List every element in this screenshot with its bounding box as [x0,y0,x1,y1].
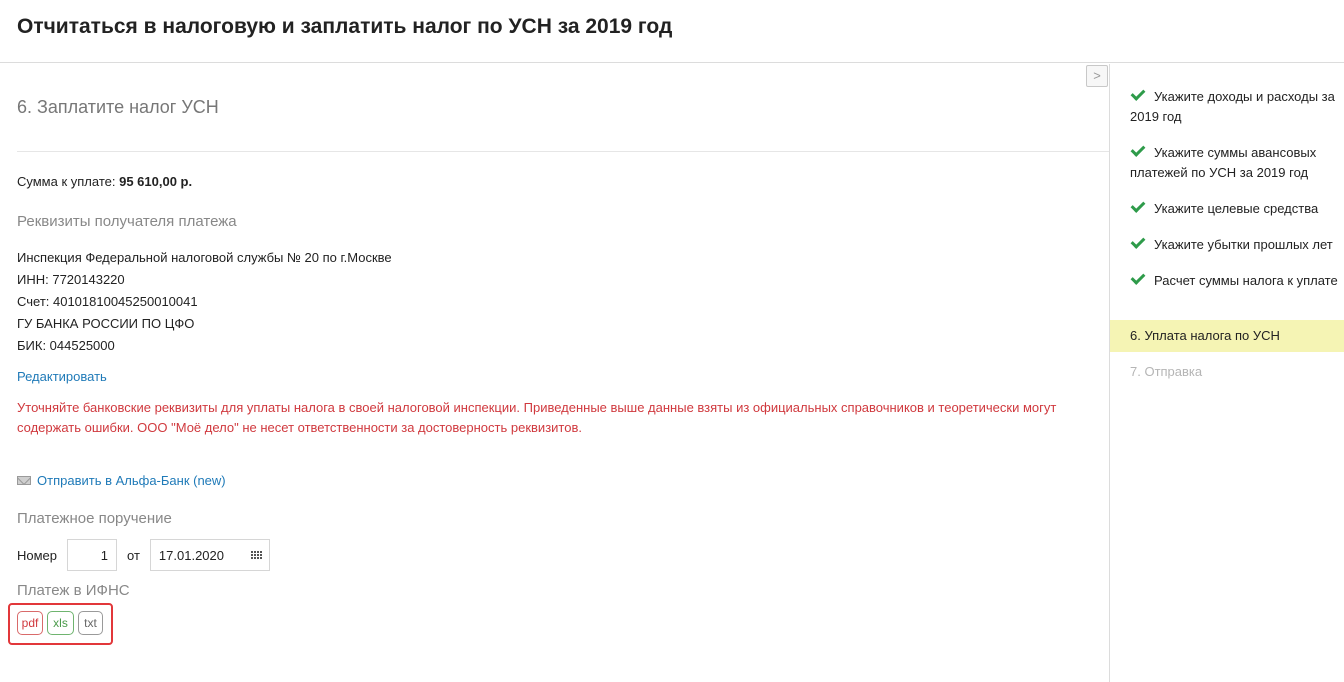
recipient-heading: Реквизиты получателя платежа [17,213,237,230]
sidebar-step-losses[interactable]: Укажите убытки прошлых лет [1110,234,1344,255]
download-pdf-button[interactable]: pdf [17,611,43,635]
payment-ifns-heading: Платеж в ИФНС [17,582,130,599]
sidebar-step-target-funds[interactable]: Укажите целевые средства [1110,198,1344,219]
sidebar-step-send: 7. Отправка [1110,362,1344,382]
send-to-bank-link[interactable]: Отправить в Альфа-Банк (new) [37,473,226,488]
payment-order-row: Номер от 17.01.2020 [17,539,270,571]
collapse-sidebar-button[interactable]: > [1086,65,1108,87]
sidebar-step-label: Укажите целевые средства [1154,201,1319,216]
sidebar-step-tax-calc[interactable]: Расчет суммы налога к уплате [1110,270,1344,291]
sidebar-step-label: Расчет суммы налога к уплате [1154,273,1338,288]
check-icon [1130,86,1146,101]
check-icon [1130,270,1146,285]
date-value: 17.01.2020 [158,547,224,563]
sidebar-step-label: Укажите убытки прошлых лет [1154,237,1333,252]
sidebar-step-label: 7. Отправка [1130,364,1203,379]
amount-line: Сумма к уплате: 95 610,00 р. [17,174,192,189]
number-input[interactable] [67,539,118,571]
step-title: 6. Заплатите налог УСН [17,97,219,117]
sidebar-step-advance-payments[interactable]: Укажите суммы авансовых платежей по УСН … [1110,142,1344,183]
calendar-icon[interactable] [250,550,262,560]
check-icon [1130,198,1146,213]
sidebar-step-income[interactable]: Укажите доходы и расходы за 2019 год [1110,86,1344,127]
divider [17,151,1109,152]
amount-value: 95 610,00 р. [119,174,193,189]
recipient-name: Инспекция Федеральной налоговой службы №… [17,250,392,265]
number-label: Номер [17,547,58,563]
edit-link[interactable]: Редактировать [17,369,107,384]
sidebar-step-payment[interactable]: 6. Уплата налога по УСН [1110,320,1344,352]
payment-order-heading: Платежное поручение [17,510,172,527]
page-title: Отчитаться в налоговую и заплатить налог… [17,15,673,38]
mail-icon [17,476,31,485]
main-content [0,64,1109,682]
sidebar-step-label: 6. Уплата налога по УСН [1130,328,1280,343]
sidebar-step-label: Укажите доходы и расходы за 2019 год [1130,89,1335,124]
recipient-bank: ГУ БАНКА РОССИИ ПО ЦФО [17,316,195,331]
recipient-inn: ИНН: 7720143220 [17,272,125,287]
sidebar-step-label: Укажите суммы авансовых платежей по УСН … [1130,145,1317,180]
page-header: Отчитаться в налоговую и заплатить налог… [0,0,1344,63]
date-input[interactable]: 17.01.2020 [149,539,270,571]
recipient-account: Счет: 40101810045250010041 [17,294,198,309]
amount-label: Сумма к уплате: [17,174,116,189]
download-txt-button[interactable]: txt [78,611,103,635]
download-xls-button[interactable]: xls [47,611,74,635]
send-to-bank-row: Отправить в Альфа-Банк (new) [17,473,226,488]
warning-text: Уточняйте банковские реквизиты для уплат… [17,400,1057,435]
recipient-bik: БИК: 044525000 [17,338,115,353]
steps-sidebar: Укажите доходы и расходы за 2019 год Ука… [1109,64,1344,682]
from-label: от [127,547,140,563]
check-icon [1130,234,1146,249]
check-icon [1130,142,1146,157]
